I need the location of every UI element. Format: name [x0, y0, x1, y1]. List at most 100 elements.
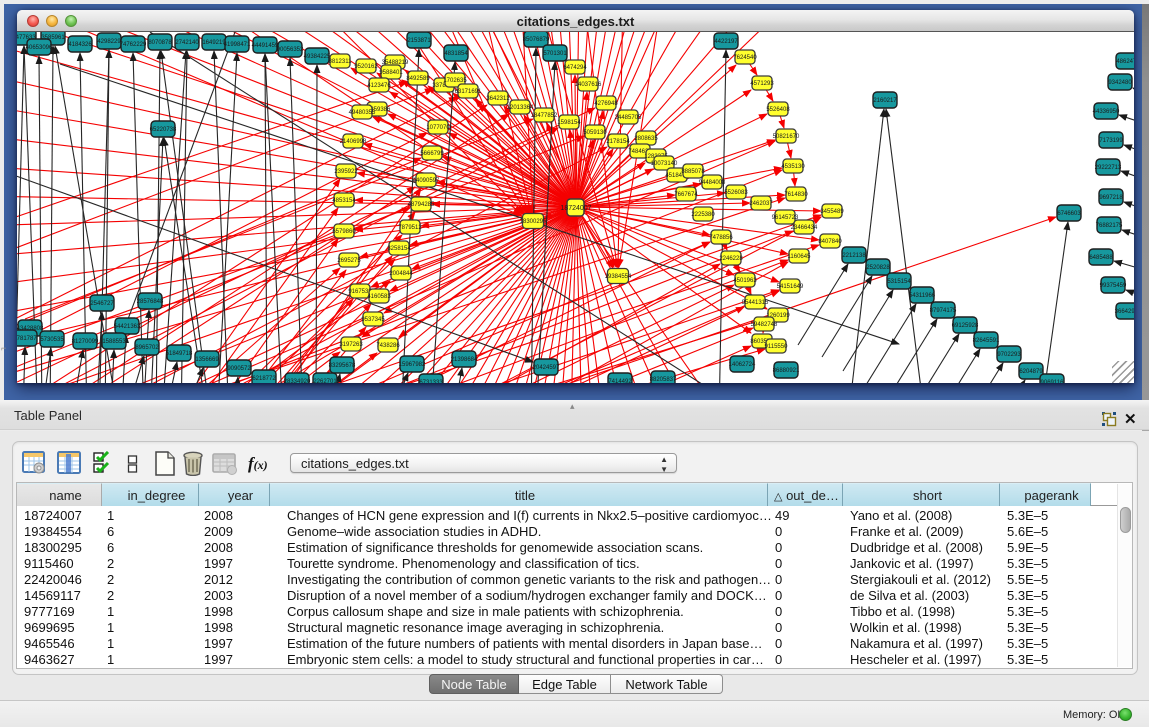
svg-text:10073140: 10073140	[651, 161, 678, 167]
svg-text:3455489: 3455489	[820, 209, 844, 215]
svg-text:4298229: 4298229	[97, 39, 121, 45]
svg-text:1588553: 1588553	[102, 339, 126, 345]
svg-text:8492589: 8492589	[406, 76, 430, 82]
svg-text:99375459: 99375459	[1100, 283, 1127, 289]
svg-text:96145723: 96145723	[772, 215, 799, 221]
svg-text:6579860: 6579860	[332, 229, 356, 235]
svg-text:63171691: 63171691	[455, 89, 482, 95]
svg-text:95441315: 95441315	[742, 300, 769, 306]
svg-text:7414492: 7414492	[608, 379, 632, 383]
svg-text:7614830: 7614830	[784, 192, 808, 198]
svg-text:2004844: 2004844	[389, 271, 413, 277]
svg-text:6218772: 6218772	[252, 376, 276, 382]
svg-text:5059130: 5059130	[583, 130, 607, 136]
svg-text:14037616: 14037616	[575, 82, 602, 88]
svg-text:21398684: 21398684	[451, 357, 478, 363]
svg-text:9588401: 9588401	[379, 70, 403, 76]
svg-text:54421363: 54421363	[114, 324, 141, 330]
svg-text:4535130: 4535130	[781, 164, 805, 170]
svg-text:2808635: 2808635	[634, 136, 658, 142]
svg-text:54311966: 54311966	[909, 293, 936, 299]
svg-text:4862478: 4862478	[1116, 59, 1134, 65]
svg-text:4501963: 4501963	[733, 278, 757, 284]
svg-text:4184326: 4184326	[68, 42, 92, 48]
svg-text:28334920: 28334920	[284, 379, 311, 383]
svg-text:12013364: 12013364	[507, 105, 534, 111]
svg-text:23466434: 23466434	[791, 225, 818, 231]
svg-text:83295678: 83295678	[329, 363, 356, 369]
svg-text:44090597: 44090597	[413, 178, 440, 184]
svg-text:8070878: 8070878	[148, 40, 172, 46]
svg-text:3258154: 3258154	[387, 246, 411, 252]
svg-text:2246228: 2246228	[719, 256, 743, 262]
svg-text:54151649: 54151649	[777, 284, 804, 290]
svg-text:36642994: 36642994	[1115, 309, 1134, 315]
svg-text:9537345: 9537345	[361, 317, 385, 323]
svg-text:2395922: 2395922	[334, 169, 358, 175]
svg-text:9697218: 9697218	[1099, 195, 1123, 201]
svg-text:50821670: 50821670	[773, 134, 800, 140]
svg-text:7879512: 7879512	[398, 225, 422, 231]
svg-text:29222713: 29222713	[1095, 165, 1122, 171]
svg-text:41998471: 41998471	[224, 42, 251, 48]
svg-text:76882175: 76882175	[1096, 223, 1123, 229]
svg-text:48794285: 48794285	[408, 202, 435, 208]
svg-text:1598154: 1598154	[557, 120, 581, 126]
svg-text:24485705: 24485705	[615, 115, 642, 121]
svg-text:9702293: 9702293	[997, 352, 1021, 358]
svg-text:4160583: 4160583	[367, 294, 391, 300]
svg-text:6204879: 6204879	[1019, 369, 1043, 375]
svg-text:18477852: 18477852	[531, 113, 558, 119]
svg-text:86880921: 86880921	[773, 368, 800, 374]
svg-text:2178154: 2178154	[606, 139, 630, 145]
svg-text:6731333: 6731333	[419, 380, 443, 383]
svg-text:7667674: 7667674	[674, 192, 698, 198]
svg-text:1702635: 1702635	[443, 78, 467, 84]
svg-text:7624540: 7624540	[733, 55, 757, 61]
svg-text:4123476: 4123476	[367, 83, 391, 89]
svg-text:4853154: 4853154	[332, 198, 356, 204]
svg-text:1160645: 1160645	[788, 254, 812, 260]
svg-text:21406998: 21406998	[340, 139, 367, 145]
svg-text:2212138: 2212138	[842, 253, 866, 259]
svg-text:4276948: 4276948	[594, 101, 618, 107]
svg-text:2546727: 2546727	[90, 301, 114, 307]
svg-text:5701301: 5701301	[543, 51, 567, 57]
svg-text:59482748: 59482748	[751, 322, 778, 328]
svg-text:44491459: 44491459	[252, 43, 279, 49]
svg-text:4831854: 4831854	[444, 51, 468, 57]
svg-text:5526408: 5526408	[766, 107, 790, 113]
svg-text:6474294: 6474294	[563, 65, 587, 71]
svg-text:6485488: 6485488	[1089, 255, 1113, 261]
svg-text:2153871: 2153871	[407, 38, 431, 44]
svg-text:28576848: 28576848	[137, 299, 164, 305]
svg-text:5315154: 5315154	[887, 279, 911, 285]
svg-text:1356669: 1356669	[195, 357, 219, 363]
svg-text:65220738: 65220738	[150, 127, 177, 133]
svg-text:81270099: 81270099	[72, 339, 99, 345]
svg-text:9115550: 9115550	[765, 344, 789, 350]
svg-text:85076879: 85076879	[523, 37, 550, 43]
svg-text:4571293: 4571293	[750, 81, 774, 87]
svg-text:2160217: 2160217	[873, 98, 897, 104]
svg-text:20424597: 20424597	[533, 365, 560, 371]
svg-text:40653096: 40653096	[26, 45, 53, 51]
svg-text:44336950: 44336950	[1093, 109, 1120, 115]
svg-text:87974175: 87974175	[930, 308, 957, 314]
svg-text:5730535: 5730535	[40, 337, 64, 343]
svg-text:8965702: 8965702	[135, 345, 159, 351]
svg-text:1077070: 1077070	[426, 125, 450, 131]
svg-text:8812311: 8812311	[329, 59, 353, 65]
svg-text:4422197: 4422197	[714, 39, 738, 45]
svg-text:2520828: 2520828	[866, 265, 890, 271]
svg-text:88205837: 88205837	[650, 377, 677, 383]
svg-text:90056352: 90056352	[277, 47, 304, 53]
svg-text:51849718: 51849718	[166, 351, 193, 357]
svg-text:2742140: 2742140	[175, 40, 199, 46]
svg-text:9520162: 9520162	[354, 64, 378, 70]
svg-text:5526083: 5526083	[724, 190, 748, 196]
svg-text:2695275: 2695275	[337, 258, 361, 264]
svg-text:5666799: 5666799	[420, 151, 444, 157]
svg-text:2262701: 2262701	[313, 379, 337, 383]
svg-text:3197263: 3197263	[339, 342, 363, 348]
